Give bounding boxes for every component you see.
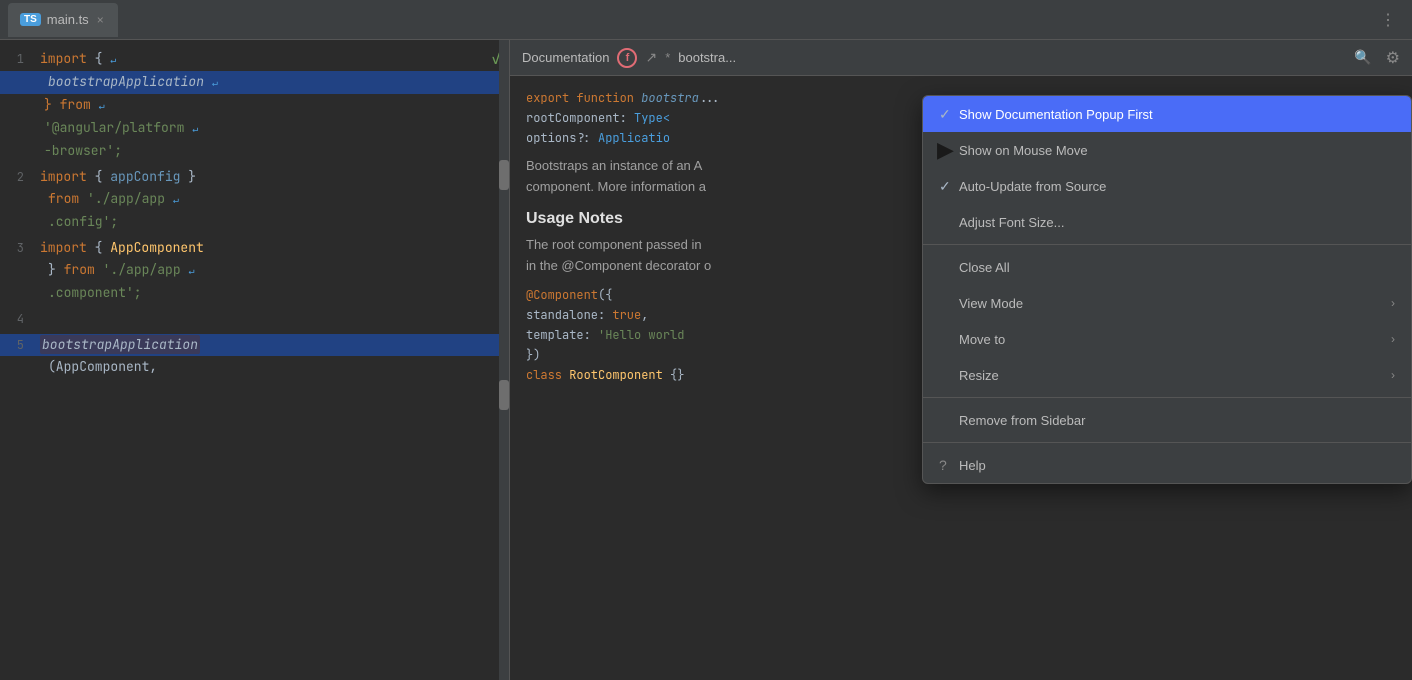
menu-item-show-doc-popup[interactable]: ✓ Show Documentation Popup First <box>923 96 1411 132</box>
code-line-4: 4 <box>0 308 509 330</box>
documentation-panel: Documentation f ↗ * bootstra... 🔍 ⚙ expo… <box>510 40 1412 680</box>
code-line-3: 3 import { AppComponent <box>0 237 509 259</box>
cursor-pointer-icon: ▶ <box>937 139 954 161</box>
menu-label-auto-update: Auto-Update from Source <box>959 179 1395 194</box>
doc-settings-icon[interactable]: ⚙ <box>1386 48 1400 68</box>
menu-check-auto-update: ✓ <box>939 178 959 195</box>
line-number-1: 1 <box>0 48 40 70</box>
code-line-component: .component'; <box>0 282 509 304</box>
menu-arrow-view-mode: › <box>1391 296 1395 310</box>
menu-label-move-to: Move to <box>959 332 1391 347</box>
tab-menu-icon[interactable]: ⋮ <box>1372 10 1404 30</box>
code-scrollbar[interactable] <box>499 40 509 680</box>
typescript-badge: TS <box>20 13 41 26</box>
code-line-from2: from './app/app ↵ <box>0 188 509 211</box>
code-line-2: 2 import { appConfig } <box>0 166 509 188</box>
main-ts-tab[interactable]: TS main.ts × <box>8 3 118 37</box>
menu-item-help[interactable]: ? Help <box>923 447 1411 483</box>
menu-item-move-to[interactable]: Move to › <box>923 321 1411 357</box>
doc-asterisk: * <box>665 50 670 65</box>
line-number-4: 4 <box>0 308 40 330</box>
doc-tab-filename: bootstra... <box>678 50 736 65</box>
scrollbar-thumb-2 <box>499 380 509 410</box>
code-line-1: 1 import { ↵ ✓ <box>0 48 509 71</box>
menu-label-show-doc-popup: Show Documentation Popup First <box>959 107 1395 122</box>
code-line-from1: } from ↵ <box>0 94 509 117</box>
menu-label-view-mode: View Mode <box>959 296 1391 311</box>
menu-label-help: Help <box>959 458 1395 473</box>
menu-separator-3 <box>923 442 1411 443</box>
menu-item-resize[interactable]: Resize › <box>923 357 1411 393</box>
line-number-2: 2 <box>0 166 40 188</box>
menu-check-show-doc: ✓ <box>939 106 959 123</box>
scrollbar-thumb-1 <box>499 160 509 190</box>
editor-tab-bar: TS main.ts × ⋮ <box>0 0 1412 40</box>
menu-check-help: ? <box>939 457 959 473</box>
menu-item-adjust-font[interactable]: Adjust Font Size... <box>923 204 1411 240</box>
code-line-app-component: (AppComponent, <box>0 356 509 378</box>
tab-close-icon[interactable]: × <box>95 13 106 27</box>
menu-item-view-mode[interactable]: View Mode › <box>923 285 1411 321</box>
line-number-3: 3 <box>0 237 40 259</box>
code-line-from3: } from './app/app ↵ <box>0 259 509 282</box>
menu-item-auto-update[interactable]: ✓ Auto-Update from Source <box>923 168 1411 204</box>
menu-separator-2 <box>923 397 1411 398</box>
menu-label-show-on-mouse: Show on Mouse Move <box>959 143 1395 158</box>
code-line-config: .config'; <box>0 211 509 233</box>
menu-arrow-resize: › <box>1391 368 1395 382</box>
code-line-5: 5 bootstrapApplication <box>0 334 509 356</box>
context-menu: ✓ Show Documentation Popup First ▶ Show … <box>922 95 1412 484</box>
doc-external-link-icon[interactable]: ↗ <box>645 49 657 66</box>
doc-tab-bar: Documentation f ↗ * bootstra... 🔍 ⚙ <box>510 40 1412 76</box>
menu-label-resize: Resize <box>959 368 1391 383</box>
menu-label-remove-sidebar: Remove from Sidebar <box>959 413 1395 428</box>
code-line-browser: -browser'; <box>0 140 509 162</box>
menu-item-close-all[interactable]: Close All <box>923 249 1411 285</box>
menu-item-remove-sidebar[interactable]: Remove from Sidebar <box>923 402 1411 438</box>
menu-label-close-all: Close All <box>959 260 1395 275</box>
code-line-angular: '@angular/platform ↵ <box>0 117 509 140</box>
tab-filename: main.ts <box>47 12 89 27</box>
menu-item-show-on-mouse[interactable]: ▶ Show on Mouse Move <box>923 132 1411 168</box>
doc-search-icon[interactable]: 🔍 <box>1354 49 1371 66</box>
line-number-5: 5 <box>0 334 40 356</box>
code-editor-panel: 1 import { ↵ ✓ bootstrapApplication ↵ <box>0 40 510 680</box>
doc-f-icon[interactable]: f <box>617 48 637 68</box>
menu-label-adjust-font: Adjust Font Size... <box>959 215 1395 230</box>
menu-separator-1 <box>923 244 1411 245</box>
code-line-bootstrap: bootstrapApplication ↵ <box>0 71 509 94</box>
doc-tab-title: Documentation <box>522 50 609 65</box>
menu-arrow-move-to: › <box>1391 332 1395 346</box>
